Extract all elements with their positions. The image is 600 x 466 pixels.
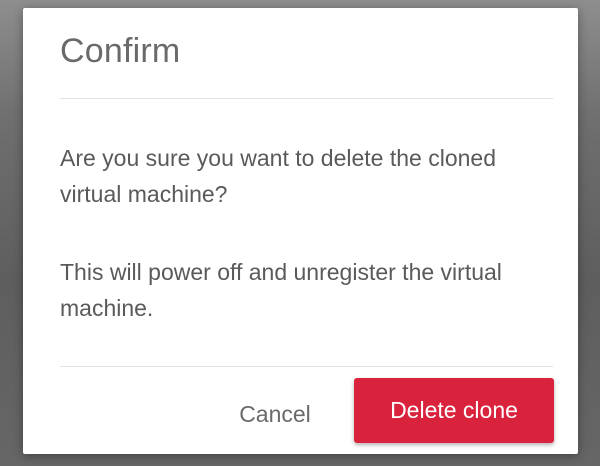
dialog-title: Confirm (60, 32, 181, 70)
confirm-message: Are you sure you want to delete the clon… (60, 145, 497, 207)
title-divider (60, 98, 553, 99)
confirm-dialog: Confirm Are you sure you want to delete … (23, 8, 578, 454)
warning-message: This will power off and unregister the v… (60, 259, 502, 321)
delete-clone-button[interactable]: Delete clone (354, 378, 554, 443)
cancel-button[interactable]: Cancel (219, 384, 331, 444)
footer-divider (60, 366, 553, 367)
